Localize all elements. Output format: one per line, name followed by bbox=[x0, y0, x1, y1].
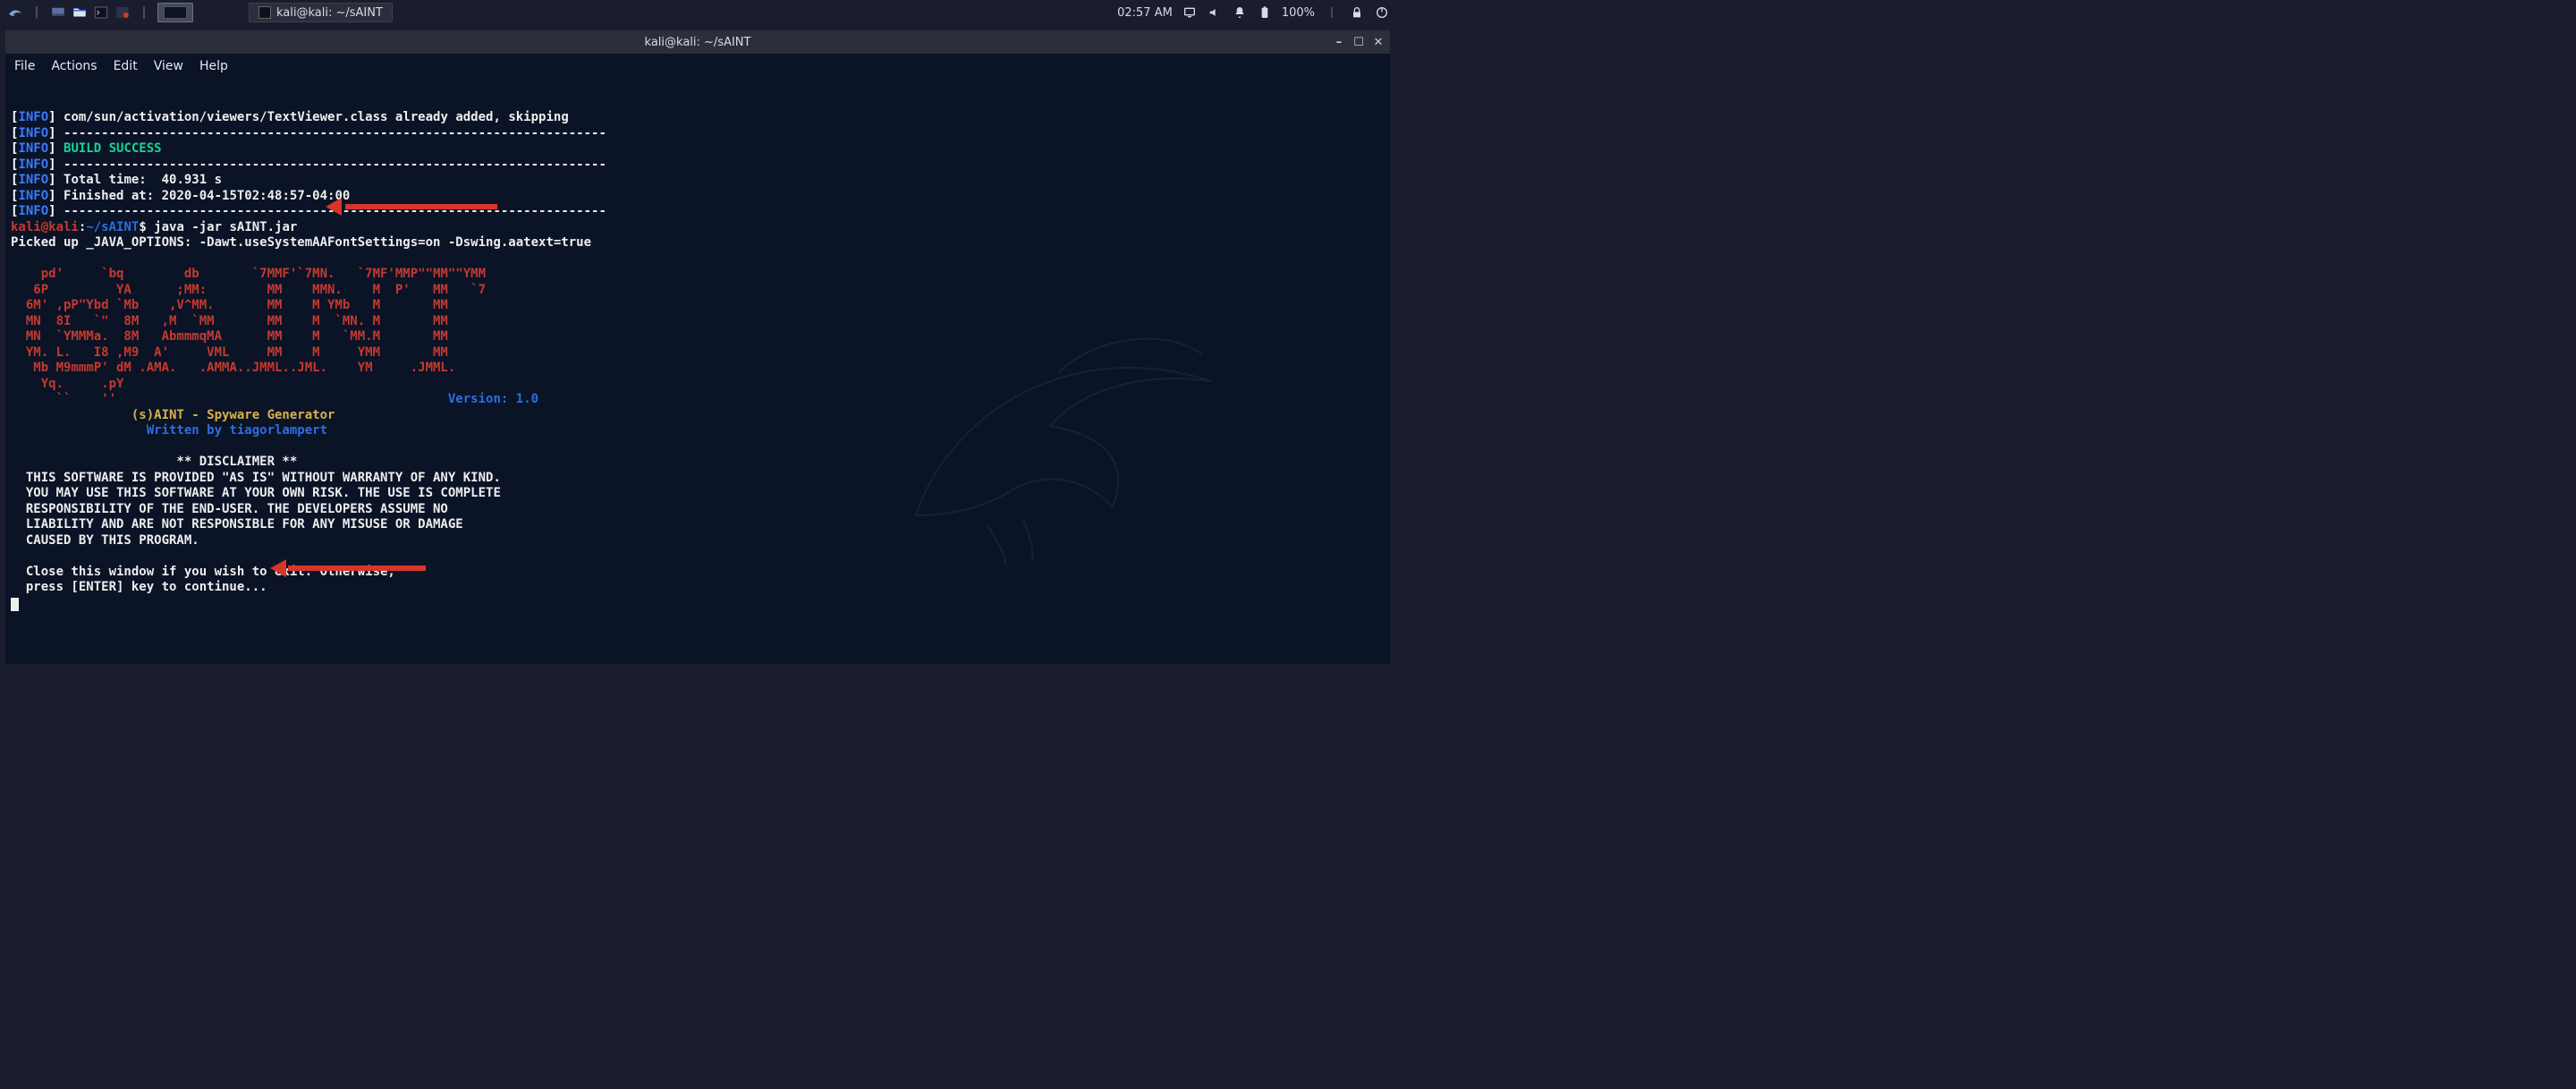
info-tag: INFO bbox=[18, 189, 48, 203]
close-button[interactable]: ✕ bbox=[1372, 36, 1385, 48]
info-bracket-close: ] bbox=[48, 189, 55, 203]
menu-help[interactable]: Help bbox=[199, 59, 228, 73]
version-value: 1.0 bbox=[516, 392, 538, 406]
battery-label: 100% bbox=[1282, 6, 1315, 20]
info-bracket-close: ] bbox=[48, 204, 55, 218]
info-tag: INFO bbox=[18, 173, 48, 187]
workspace-switcher[interactable] bbox=[157, 3, 193, 22]
divider-line: ----------------------------------------… bbox=[56, 126, 606, 140]
ascii-art-line: MN 8I `" 8M ,M `MM MM M `MN. M MM bbox=[11, 314, 448, 328]
command-text: java -jar sAINT.jar bbox=[147, 220, 298, 234]
kali-dragon-watermark bbox=[871, 231, 1247, 553]
disclaimer-line: THIS SOFTWARE IS PROVIDED "AS IS" WITHOU… bbox=[11, 471, 501, 485]
top-panel: kali@kali: ~/sAINT 02:57 AM 100% bbox=[0, 0, 1395, 25]
maximize-button[interactable]: ☐ bbox=[1352, 36, 1365, 48]
ascii-art-line: pd' `bq db `7MMF'`7MN. `7MF'MMP""MM""YMM bbox=[11, 267, 486, 281]
workspace-thumb-icon bbox=[164, 6, 187, 19]
info-tag: INFO bbox=[18, 141, 48, 156]
red-arrow-annotation-icon bbox=[327, 200, 497, 213]
window-actions: – ☐ ✕ bbox=[1333, 36, 1385, 48]
window-title: kali@kali: ~/sAINT bbox=[645, 36, 751, 49]
ascii-art-line: Mb M9mmmP' dM .AMA. .AMMA..JMML..JML. YM… bbox=[11, 361, 455, 375]
info-bracket-close: ] bbox=[48, 157, 55, 172]
info-tag: INFO bbox=[18, 204, 48, 218]
finished-at: Finished at: 2020-04-15T02:48:57-04:00 bbox=[56, 189, 351, 203]
clock-label[interactable]: 02:57 AM bbox=[1117, 6, 1173, 20]
terminal-output[interactable]: [INFO] com/sun/activation/viewers/TextVi… bbox=[5, 79, 1390, 664]
menu-edit[interactable]: Edit bbox=[114, 59, 138, 73]
build-success: BUILD SUCCESS bbox=[56, 141, 162, 156]
separator-icon-3 bbox=[1324, 4, 1340, 21]
log-line-added: com/sun/activation/viewers/TextViewer.cl… bbox=[56, 110, 569, 124]
menu-actions[interactable]: Actions bbox=[51, 59, 97, 73]
cursor bbox=[11, 598, 19, 611]
info-bracket-close: ] bbox=[48, 110, 55, 124]
info-bracket-close: ] bbox=[48, 126, 55, 140]
separator-icon bbox=[27, 3, 47, 22]
kali-menu-icon[interactable] bbox=[5, 3, 25, 22]
panel-left: kali@kali: ~/sAINT bbox=[5, 3, 393, 22]
menu-view[interactable]: View bbox=[154, 59, 183, 73]
ascii-art-line: 6P YA ;MM: MM MMN. M P' MM `7 bbox=[11, 283, 486, 297]
prompt-dollar: $ bbox=[139, 220, 146, 234]
info-tag: INFO bbox=[18, 157, 48, 172]
minimize-button[interactable]: – bbox=[1333, 36, 1345, 48]
ascii-art-line: `` '' bbox=[11, 392, 116, 406]
task-title-label: kali@kali: ~/sAINT bbox=[276, 6, 383, 20]
author-line: Written by tiagorlampert bbox=[11, 423, 327, 438]
terminal-window: kali@kali: ~/sAINT – ☐ ✕ File Actions Ed… bbox=[5, 30, 1390, 664]
panel-right: 02:57 AM 100% bbox=[1117, 4, 1390, 21]
notifications-icon[interactable] bbox=[1232, 4, 1248, 21]
info-bracket-close: ] bbox=[48, 141, 55, 156]
ascii-art-line: 6M' ,pP"Ybd `Mb ,V^MM. MM M YMb M MM bbox=[11, 298, 448, 312]
divider-line: ----------------------------------------… bbox=[56, 157, 606, 172]
java-options-line: Picked up _JAVA_OPTIONS: -Dawt.useSystem… bbox=[11, 235, 591, 250]
file-manager-icon[interactable] bbox=[70, 3, 89, 22]
task-terminal-icon bbox=[258, 6, 271, 19]
prompt-user-host: kali@kali bbox=[11, 220, 79, 234]
lock-icon[interactable] bbox=[1349, 4, 1365, 21]
dots: ... bbox=[244, 580, 267, 594]
power-icon[interactable] bbox=[1374, 4, 1390, 21]
volume-icon[interactable] bbox=[1207, 4, 1223, 21]
disclaimer-line: RESPONSIBILITY OF THE END-USER. THE DEVE… bbox=[11, 502, 448, 516]
version-label: Version: bbox=[116, 392, 516, 406]
display-icon[interactable] bbox=[1182, 4, 1198, 21]
menubar: File Actions Edit View Help bbox=[5, 54, 1390, 79]
show-desktop-icon[interactable] bbox=[48, 3, 68, 22]
window-titlebar[interactable]: kali@kali: ~/sAINT – ☐ ✕ bbox=[5, 30, 1390, 54]
battery-icon[interactable] bbox=[1257, 4, 1273, 21]
ascii-art-line: YM. L. I8 ,M9 A' VML MM M YMM MM bbox=[11, 345, 448, 360]
terminal-icon[interactable] bbox=[91, 3, 111, 22]
info-bracket-close: ] bbox=[48, 173, 55, 187]
disclaimer-line: CAUSED BY THIS PROGRAM. bbox=[11, 533, 199, 548]
taskbar-window-button[interactable]: kali@kali: ~/sAINT bbox=[249, 3, 393, 22]
disclaimer-header: ** DISCLAIMER ** bbox=[11, 455, 297, 469]
menu-file[interactable]: File bbox=[14, 59, 35, 73]
ascii-art-line: Yq. .pY bbox=[11, 377, 123, 391]
disclaimer-line: YOU MAY USE THIS SOFTWARE AT YOUR OWN RI… bbox=[11, 486, 501, 500]
enter-instruction: press [ENTER] key to continue bbox=[11, 580, 244, 594]
info-tag: INFO bbox=[18, 110, 48, 124]
separator-icon-2 bbox=[134, 3, 154, 22]
total-time: Total time: 40.931 s bbox=[56, 173, 222, 187]
prompt-path: ~/sAINT bbox=[86, 220, 139, 234]
ascii-art-line: MN `YMMMa. 8M AbmmmqMA MM M `MM.M MM bbox=[11, 329, 448, 344]
red-arrow-annotation-icon bbox=[272, 562, 426, 574]
app-icon[interactable] bbox=[113, 3, 132, 22]
info-tag: INFO bbox=[18, 126, 48, 140]
disclaimer-line: LIABILITY AND ARE NOT RESPONSIBLE FOR AN… bbox=[11, 517, 463, 532]
app-title: (s)AINT - Spyware Generator bbox=[11, 408, 335, 422]
